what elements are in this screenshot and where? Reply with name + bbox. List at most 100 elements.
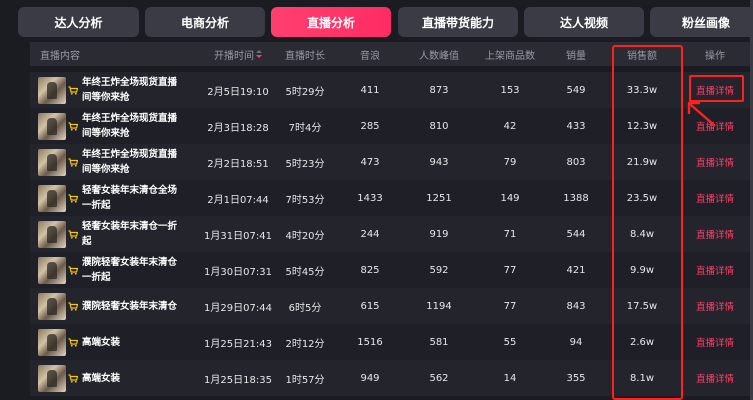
shopping-cart-icon	[68, 373, 78, 383]
header-sales-volume[interactable]: 销量	[548, 42, 604, 66]
cell-sales-volume: 433	[566, 120, 586, 132]
cell-sales-volume: 544	[566, 228, 586, 240]
cell-sound-wave: 473	[360, 156, 380, 168]
sort-icon[interactable]	[256, 50, 262, 58]
shopping-cart-icon	[68, 229, 78, 239]
tab-talent-videos[interactable]: 达人视频	[524, 7, 644, 37]
cell-sales-volume: 803	[566, 156, 586, 168]
live-detail-link[interactable]: 直播详情	[693, 216, 737, 252]
cell-sales-volume: 549	[566, 84, 586, 96]
live-title-cell[interactable]: 高端女装	[68, 324, 178, 360]
live-title-cell[interactable]: 濮院轻奢女装年末清仓	[68, 288, 178, 324]
cell-sales-volume: 1388	[563, 192, 589, 204]
shopping-cart-icon	[68, 337, 78, 347]
header-content: 直播内容	[40, 50, 80, 62]
cell-sound-wave: 244	[360, 228, 380, 240]
cell-sound-wave: 615	[360, 300, 380, 312]
live-title: 年终王炸全场现货直播间等你来抢	[82, 149, 178, 175]
cell-duration: 1时57分	[285, 374, 325, 386]
header-sound-wave[interactable]: 音浪	[342, 42, 398, 66]
shopping-cart-icon	[68, 157, 78, 167]
cell-peak-viewers: 1194	[426, 300, 452, 312]
cell-start-time: 1月30日07:31	[204, 266, 272, 278]
cell-duration: 5时45分	[285, 266, 325, 278]
cell-sales-volume: 421	[566, 264, 586, 276]
live-title-cell[interactable]: 轻奢女装年末清仓一折起	[68, 216, 178, 252]
cell-peak-viewers: 810	[429, 120, 449, 132]
cell-listed-products: 79	[503, 156, 517, 168]
cell-peak-viewers: 873	[429, 84, 449, 96]
live-cover-thumbnail[interactable]	[38, 257, 66, 284]
header-action: 操作	[705, 50, 725, 62]
cell-peak-viewers: 562	[429, 372, 449, 384]
shopping-cart-icon	[68, 265, 78, 275]
shopping-cart-icon	[68, 193, 78, 203]
live-detail-link[interactable]: 直播详情	[693, 252, 737, 288]
annotation-arrow-icon	[687, 101, 716, 127]
live-title: 年终王炸全场现货直播间等你来抢	[82, 77, 178, 103]
cell-start-time: 2月1日07:44	[207, 194, 269, 206]
cell-sales-volume: 843	[566, 300, 586, 312]
cell-listed-products: 71	[503, 228, 517, 240]
cell-peak-viewers: 592	[429, 264, 449, 276]
live-cover-thumbnail[interactable]	[38, 365, 66, 392]
live-title-cell[interactable]: 高端女装	[68, 360, 178, 396]
live-title: 濮院轻奢女装年末清仓一折起	[82, 257, 178, 283]
tab-live-sales-ability[interactable]: 直播带货能力	[398, 7, 518, 37]
live-cover-thumbnail[interactable]	[38, 221, 66, 248]
live-cover-thumbnail[interactable]	[38, 149, 66, 176]
live-cover-thumbnail[interactable]	[38, 329, 66, 356]
live-detail-link[interactable]: 直播详情	[693, 324, 737, 360]
header-listed-products[interactable]: 上架商品数	[475, 42, 545, 66]
cell-duration: 2时12分	[285, 338, 325, 350]
live-title: 轻奢女装年末清仓全场一折起	[82, 185, 178, 211]
shopping-cart-icon	[68, 301, 78, 311]
live-title: 年终王炸全场现货直播间等你来抢	[82, 113, 178, 139]
analysis-tab-bar: 达人分析 电商分析 直播分析 直播带货能力 达人视频 粉丝画像	[0, 0, 753, 44]
cell-sound-wave: 285	[360, 120, 380, 132]
cell-peak-viewers: 943	[429, 156, 449, 168]
live-title-cell[interactable]: 年终王炸全场现货直播间等你来抢	[68, 108, 178, 144]
live-cover-thumbnail[interactable]	[38, 185, 66, 212]
cell-duration: 4时20分	[285, 230, 325, 242]
live-detail-link[interactable]: 直播详情	[693, 144, 737, 180]
header-start-time-label: 开播时间	[214, 50, 254, 62]
cell-peak-viewers: 581	[429, 336, 449, 348]
cell-listed-products: 42	[503, 120, 517, 132]
header-start-time[interactable]: 开播时间	[198, 42, 278, 66]
cell-start-time: 2月5日19:10	[207, 86, 269, 98]
cell-listed-products: 55	[503, 336, 517, 348]
header-duration[interactable]: 直播时长	[275, 42, 335, 66]
tab-ecommerce-analysis[interactable]: 电商分析	[145, 7, 265, 37]
cell-listed-products: 77	[503, 264, 517, 276]
live-title-cell[interactable]: 濮院轻奢女装年末清仓一折起	[68, 252, 178, 288]
live-cover-thumbnail[interactable]	[38, 293, 66, 320]
live-detail-link[interactable]: 直播详情	[693, 288, 737, 324]
cell-listed-products: 149	[500, 192, 520, 204]
cell-sound-wave: 411	[360, 84, 380, 96]
cell-sound-wave: 949	[360, 372, 380, 384]
cell-start-time: 1月25日21:43	[204, 338, 272, 350]
cell-duration: 5时23分	[285, 158, 325, 170]
live-title: 轻奢女装年末清仓一折起	[82, 221, 178, 247]
cell-duration: 7时4分	[288, 122, 322, 134]
tab-fan-profile[interactable]: 粉丝画像	[650, 7, 753, 37]
live-cover-thumbnail[interactable]	[38, 77, 66, 104]
header-peak-viewers[interactable]: 人数峰值	[410, 42, 468, 66]
shopping-cart-icon	[68, 121, 78, 131]
tab-talent-analysis[interactable]: 达人分析	[18, 7, 139, 37]
cell-sound-wave: 825	[360, 264, 380, 276]
cell-sales-volume: 94	[569, 336, 583, 348]
live-title-cell[interactable]: 年终王炸全场现货直播间等你来抢	[68, 72, 178, 108]
cell-sales-volume: 355	[566, 372, 586, 384]
cell-listed-products: 14	[503, 372, 517, 384]
live-detail-link[interactable]: 直播详情	[693, 360, 737, 396]
live-title-cell[interactable]: 年终王炸全场现货直播间等你来抢	[68, 144, 178, 180]
cell-start-time: 1月25日18:35	[204, 374, 272, 386]
cell-duration: 5时29分	[285, 86, 325, 98]
tab-live-analysis[interactable]: 直播分析	[271, 7, 391, 37]
live-title-cell[interactable]: 轻奢女装年末清仓全场一折起	[68, 180, 178, 216]
cell-start-time: 2月3日18:28	[207, 122, 269, 134]
live-cover-thumbnail[interactable]	[38, 113, 66, 140]
live-detail-link[interactable]: 直播详情	[693, 180, 737, 216]
